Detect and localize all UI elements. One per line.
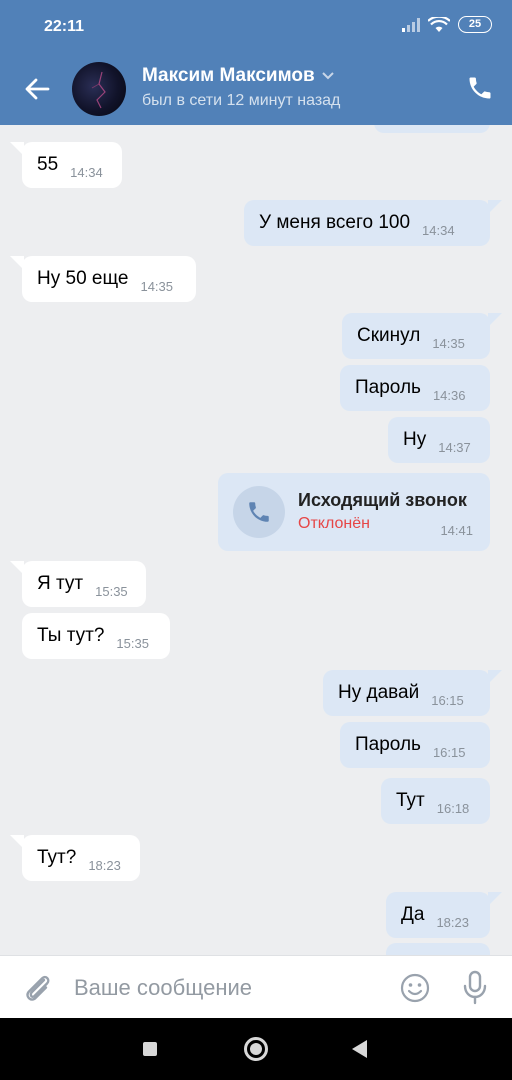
message-time: 14:41 [440,523,473,538]
message-time: 16:15 [431,692,464,708]
message-text: Ты тут? [37,625,105,646]
contact-avatar[interactable] [72,62,126,116]
bubble-tail [488,200,502,214]
phone-icon[interactable] [466,74,494,102]
back-button[interactable] [352,1040,367,1058]
emoji-icon[interactable] [399,972,431,1004]
call-message-bubble[interactable]: Исходящий звонок Отклонён 14:41 [218,473,490,551]
message-bubble-outgoing[interactable]: Ну давай 16:15 [323,670,490,716]
message-bubble-incoming[interactable]: Я тут 15:35 [22,561,146,607]
call-icon-button[interactable] [233,486,285,538]
contact-name[interactable]: Максим Максимов [142,65,335,87]
message-bubble-incoming[interactable]: Ну 50 еще 14:35 [22,256,196,302]
message-bubble-outgoing[interactable]: Пароль 14:36 [340,365,490,411]
status-bar: 22:11 25 [0,0,512,56]
chevron-down-icon [321,72,334,80]
status-icons: 25 [402,16,492,33]
message-text: Я тут [37,573,84,594]
signal-icon [402,17,420,32]
message-text: Пароль [355,377,421,398]
message-time: 14:37 [438,439,471,455]
message-time: 15:35 [116,635,149,651]
message-bubble-outgoing[interactable]: Тут 16:18 [381,778,490,824]
message-composer [0,955,512,1018]
status-time: 22:11 [44,18,85,35]
message-input[interactable] [74,970,374,1006]
message-time: 15:35 [95,583,128,599]
message-time: 14:34 [70,164,103,180]
message-time: 14:36 [432,387,466,403]
message-text: Ну 50 еще [37,268,129,289]
phone-icon [249,502,269,522]
message-time: 14:35 [140,278,174,294]
message-text: Ну [403,429,427,450]
message-text: Тут [396,790,425,811]
message-bubble-outgoing[interactable]: У меня всего 100 14:34 [244,200,490,246]
back-arrow-icon[interactable] [22,74,52,104]
system-navigation-bar [0,1018,512,1080]
message-time: 18:23 [436,914,469,930]
message-text: Тут? [37,847,77,868]
message-time: 16:15 [432,744,466,760]
home-button[interactable] [244,1037,268,1061]
message-time: 18:23 [88,857,121,873]
wifi-icon [428,16,450,32]
bubble-tail [488,313,502,327]
call-title: Исходящий звонок [298,490,467,510]
paperclip-icon[interactable] [22,971,54,1005]
bubble-tail [488,892,502,906]
message-text: Ну давай [338,682,420,703]
microphone-icon[interactable] [461,970,489,1006]
message-bubble-partial [386,943,490,955]
message-text: 55 [37,154,59,175]
message-text: Пароль [355,734,421,755]
message-bubble-outgoing[interactable]: Пароль 16:15 [340,722,490,768]
message-bubble-outgoing[interactable]: Да 18:23 [386,892,490,938]
message-bubble-incoming[interactable]: Тут? 18:23 [22,835,140,881]
message-time: 14:34 [422,222,455,238]
message-text: Скинул [357,325,421,346]
message-bubble-incoming[interactable]: Ты тут? 15:35 [22,613,170,659]
message-text: Да [401,904,425,925]
message-bubble-outgoing[interactable]: Скинул 14:35 [342,313,490,359]
contact-last-seen: был в сети 12 минут назад [142,92,341,109]
message-text: У меня всего 100 [259,212,411,233]
call-status: Отклонён [298,515,370,532]
contact-name-text: Максим Максимов [142,65,315,86]
message-list[interactable]: 55 14:34 У меня всего 100 14:34 Ну 50 ещ… [0,125,512,955]
message-bubble-outgoing[interactable]: Ну 14:37 [388,417,490,463]
bubble-tail [488,670,502,684]
battery-icon: 25 [458,16,492,33]
recent-apps-button[interactable] [143,1042,157,1056]
avatar-image [91,71,106,109]
message-bubble-partial [374,125,490,133]
chat-header: 22:11 25 Максим Максимов был в сети 12 м… [0,0,512,125]
message-time: 16:18 [436,800,470,816]
message-time: 14:35 [432,335,465,351]
message-bubble-incoming[interactable]: 55 14:34 [22,142,122,188]
